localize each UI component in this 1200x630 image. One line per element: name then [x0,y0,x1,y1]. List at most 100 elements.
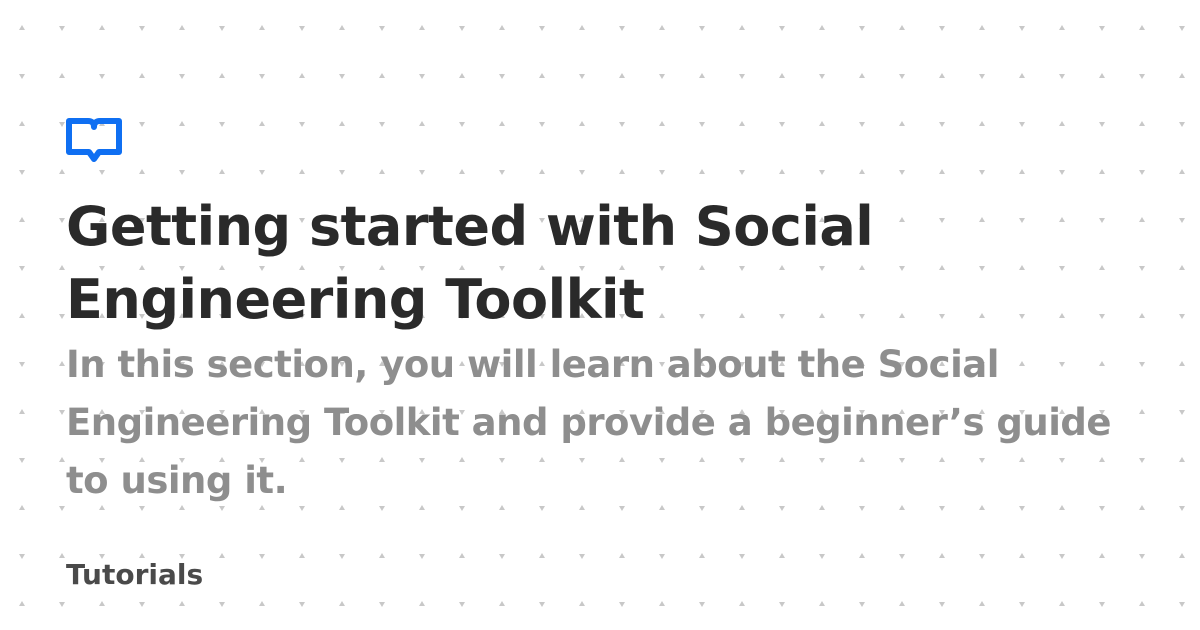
pattern-triangle [19,313,25,318]
pattern-triangle [939,73,945,78]
pattern-triangle [99,74,105,79]
pattern-triangle [619,553,625,558]
pattern-triangle [819,74,825,79]
pattern-triangle [579,554,585,559]
pattern-triangle [1179,602,1185,607]
pattern-triangle [1139,554,1145,559]
pattern-triangle [659,25,665,30]
pattern-triangle [939,602,945,607]
pattern-triangle [899,25,905,30]
page-description: In this section, you will learn about th… [66,343,1111,502]
pattern-triangle [59,457,65,462]
pattern-triangle [859,602,865,607]
pattern-triangle [179,25,185,30]
pattern-triangle [99,25,105,30]
pattern-triangle [979,74,985,79]
pattern-triangle [499,74,505,79]
pattern-triangle [1179,265,1185,270]
pattern-triangle [1179,218,1185,223]
pattern-triangle [259,554,265,559]
pattern-triangle [1179,410,1185,415]
pattern-triangle [939,553,945,558]
pattern-triangle [1099,553,1105,558]
pattern-triangle [1019,73,1025,78]
pattern-triangle [139,602,145,607]
pattern-triangle [219,73,225,78]
pattern-triangle [1139,25,1145,30]
pattern-triangle [1179,553,1185,558]
pattern-triangle [1179,169,1185,174]
pattern-triangle [539,553,545,558]
pattern-triangle [59,169,65,174]
pattern-triangle [299,26,305,31]
pattern-triangle [979,601,985,606]
pattern-triangle [59,26,65,31]
pattern-triangle [979,554,985,559]
pattern-triangle [59,506,65,511]
pattern-triangle [259,25,265,30]
pattern-triangle [419,601,425,606]
pattern-triangle [739,601,745,606]
pattern-triangle [299,553,305,558]
pattern-triangle [379,73,385,78]
pattern-triangle [19,217,25,222]
pattern-triangle [1179,122,1185,127]
pattern-triangle [339,554,345,559]
pattern-triangle [699,602,705,607]
pattern-triangle [299,73,305,78]
pattern-triangle [779,73,785,78]
pattern-triangle [819,554,825,559]
pattern-triangle [459,602,465,607]
pattern-triangle [419,74,425,79]
pattern-triangle [219,553,225,558]
pattern-triangle [739,25,745,30]
pattern-triangle [1019,26,1025,31]
pattern-triangle [1179,361,1185,366]
pattern-triangle [339,25,345,30]
pattern-triangle [1059,74,1065,79]
pattern-triangle [299,602,305,607]
pattern-triangle [19,409,25,414]
pattern-triangle [619,26,625,31]
pattern-triangle [1179,506,1185,511]
pattern-triangle [379,553,385,558]
pattern-triangle [859,553,865,558]
pattern-triangle [379,602,385,607]
pattern-triangle [899,74,905,79]
pattern-triangle [1099,73,1105,78]
pattern-triangle [139,26,145,31]
pattern-triangle [579,74,585,79]
pattern-triangle [859,26,865,31]
pattern-triangle [59,73,65,78]
open-book-icon [66,118,122,162]
pattern-triangle [339,601,345,606]
pattern-triangle [779,602,785,607]
pattern-triangle [459,553,465,558]
pattern-triangle [899,554,905,559]
pattern-triangle [779,553,785,558]
pattern-triangle [1019,602,1025,607]
pattern-triangle [59,218,65,223]
article-card: Getting started with Social Engineering … [66,118,1146,510]
pattern-triangle [1139,74,1145,79]
pattern-triangle [779,26,785,31]
pattern-triangle [579,25,585,30]
pattern-triangle [1099,602,1105,607]
pattern-triangle [59,122,65,127]
pattern-triangle [1179,73,1185,78]
pattern-triangle [19,74,25,79]
pattern-triangle [859,73,865,78]
pattern-triangle [539,602,545,607]
pattern-triangle [499,554,505,559]
pattern-triangle [1059,601,1065,606]
pattern-triangle [699,26,705,31]
pattern-triangle [659,601,665,606]
pattern-triangle [59,265,65,270]
pattern-triangle [1059,554,1065,559]
pattern-triangle [19,601,25,606]
pattern-triangle [1059,25,1065,30]
pattern-triangle [939,26,945,31]
pattern-triangle [19,362,25,367]
pattern-triangle [179,601,185,606]
pattern-triangle [1179,457,1185,462]
